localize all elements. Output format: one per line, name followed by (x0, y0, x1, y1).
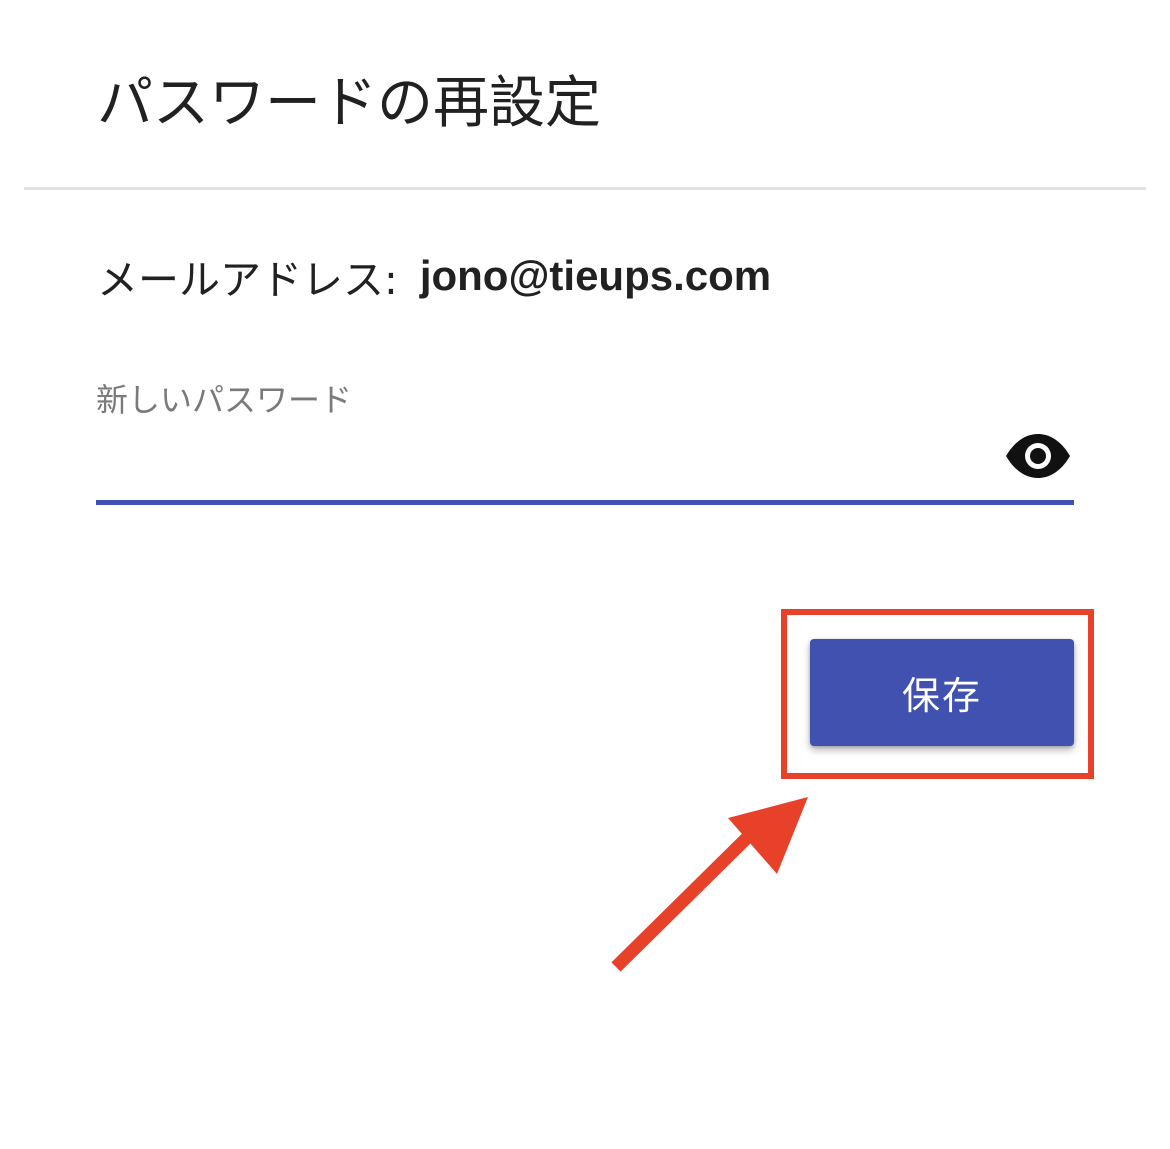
new-password-underline (96, 500, 1074, 505)
annotation-arrow (611, 797, 808, 972)
eye-icon (1006, 434, 1070, 478)
email-row: メールアドレス: jono@tieups.com (97, 244, 771, 308)
email-value: jono@tieups.com (419, 252, 772, 299)
save-button[interactable]: 保存 (810, 639, 1074, 746)
new-password-label: 新しいパスワード (96, 381, 353, 419)
dialog-title: パスワードの再設定 (97, 71, 601, 136)
new-password-field: 新しいパスワード (96, 370, 1074, 508)
title-divider (24, 187, 1146, 190)
new-password-input[interactable] (96, 432, 986, 492)
show-password-toggle[interactable] (1002, 430, 1074, 482)
email-label: メールアドレス: (97, 256, 398, 304)
